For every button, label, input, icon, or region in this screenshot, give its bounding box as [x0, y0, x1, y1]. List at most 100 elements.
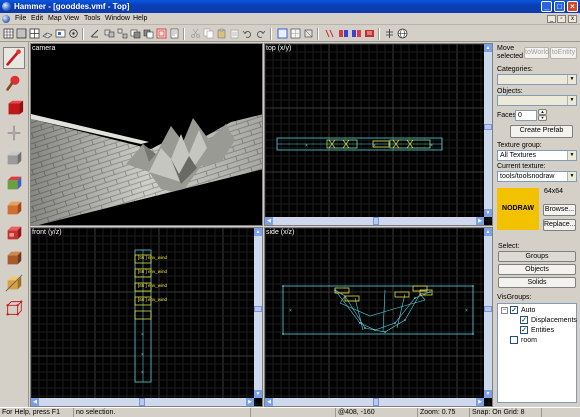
- side-viewport[interactable]: × × side (x/z) ▲ ▼ ◀ ▶: [264, 227, 493, 407]
- carve-icon[interactable]: [89, 28, 100, 39]
- run-map-icon[interactable]: [364, 28, 375, 39]
- scroll-down-arrow-icon[interactable]: ▼: [484, 390, 492, 398]
- scroll-thumb[interactable]: [373, 217, 379, 225]
- maximize-button[interactable]: □: [554, 1, 565, 12]
- hide-selected-icon[interactable]: [130, 28, 141, 39]
- select-solids-button[interactable]: Solids: [498, 277, 576, 288]
- snap-grid-icon[interactable]: [55, 28, 66, 39]
- group-icon[interactable]: [104, 28, 115, 39]
- copy-icon[interactable]: [203, 28, 214, 39]
- top-viewport[interactable]: × × × top (x/y) ▲ ▼ ◀ ▶: [264, 43, 493, 226]
- side-vertical-scrollbar[interactable]: ▲ ▼: [484, 228, 492, 398]
- title-bar[interactable]: Hammer - [gooddes.vmf - Top] _ □ ×: [0, 0, 580, 13]
- entity-tool-icon[interactable]: [3, 122, 25, 144]
- overlay-tool-icon[interactable]: [3, 247, 25, 269]
- close-button[interactable]: ×: [567, 1, 578, 12]
- texture-application-icon[interactable]: [303, 28, 314, 39]
- scroll-left-arrow-icon[interactable]: ◀: [31, 398, 39, 406]
- mdi-minimize-button[interactable]: _: [547, 15, 556, 23]
- document-icon[interactable]: [2, 15, 10, 23]
- scroll-right-arrow-icon[interactable]: ▶: [246, 398, 254, 406]
- scroll-thumb[interactable]: [484, 124, 492, 130]
- flip-vertical-icon[interactable]: [338, 28, 349, 39]
- scroll-down-arrow-icon[interactable]: ▼: [254, 390, 262, 398]
- selection-tool-icon[interactable]: [3, 47, 25, 69]
- create-prefab-button[interactable]: Create Prefab: [510, 125, 573, 138]
- clipping-tool-icon[interactable]: [3, 272, 25, 294]
- 3d-grid-icon[interactable]: [42, 28, 53, 39]
- visgroup-displacements-checkbox[interactable]: ✓: [520, 316, 528, 324]
- rotate-icon[interactable]: [351, 28, 362, 39]
- block-tool-icon[interactable]: [3, 147, 25, 169]
- collapse-icon[interactable]: −: [501, 307, 508, 314]
- to-world-button[interactable]: toWorld: [524, 47, 549, 59]
- browse-button[interactable]: Browse...: [543, 204, 576, 216]
- globe-icon[interactable]: [397, 28, 408, 39]
- current-texture-dropdown[interactable]: tools/toolsnodraw ▼: [497, 171, 577, 182]
- front-viewport[interactable]: × × × front (y/z) [66 ] env_wind [66 ] e…: [30, 227, 263, 407]
- side-horizontal-scrollbar[interactable]: ◀ ▶: [265, 398, 484, 406]
- menu-window[interactable]: Window: [105, 14, 130, 24]
- scroll-up-arrow-icon[interactable]: ▲: [484, 44, 492, 52]
- magnify-tool-icon[interactable]: [3, 72, 25, 94]
- apply-texture-icon[interactable]: [3, 197, 25, 219]
- show-all-icon[interactable]: [156, 28, 167, 39]
- menu-file[interactable]: File: [15, 14, 26, 24]
- larger-grid-icon[interactable]: [29, 28, 40, 39]
- visgroup-room-checkbox[interactable]: [510, 336, 518, 344]
- redo-icon[interactable]: [255, 28, 266, 39]
- select-groups-button[interactable]: Groups: [498, 251, 576, 262]
- paste-icon[interactable]: [216, 28, 227, 39]
- top-horizontal-scrollbar[interactable]: ◀ ▶: [265, 217, 484, 225]
- scroll-thumb[interactable]: [139, 398, 145, 406]
- camera-viewport[interactable]: camera: [30, 43, 263, 226]
- front-horizontal-scrollbar[interactable]: ◀ ▶: [31, 398, 254, 406]
- scroll-right-arrow-icon[interactable]: ▶: [476, 217, 484, 225]
- scroll-thumb[interactable]: [254, 306, 262, 312]
- menu-edit[interactable]: Edit: [31, 14, 43, 24]
- texture-tool-icon[interactable]: [3, 172, 25, 194]
- cut-icon[interactable]: [190, 28, 201, 39]
- scroll-up-arrow-icon[interactable]: ▲: [484, 228, 492, 236]
- camera-tool-icon[interactable]: [3, 97, 25, 119]
- categories-dropdown[interactable]: ▼: [497, 74, 577, 85]
- entity-report-icon[interactable]: [169, 28, 180, 39]
- smaller-grid-icon[interactable]: [16, 28, 27, 39]
- visgroup-auto-checkbox[interactable]: ✓: [510, 306, 518, 314]
- ungroup-icon[interactable]: [117, 28, 128, 39]
- menu-map[interactable]: Map: [48, 14, 62, 24]
- hide-unselected-icon[interactable]: [143, 28, 154, 39]
- texture-group-dropdown[interactable]: All Textures ▼: [497, 150, 577, 161]
- grid-toggle-icon[interactable]: [3, 28, 14, 39]
- scroll-left-arrow-icon[interactable]: ◀: [265, 398, 273, 406]
- front-vertical-scrollbar[interactable]: ▲ ▼: [254, 228, 262, 398]
- scroll-down-arrow-icon[interactable]: ▼: [484, 209, 492, 217]
- scroll-up-arrow-icon[interactable]: ▲: [254, 228, 262, 236]
- selection-box-icon[interactable]: [277, 28, 288, 39]
- flip-horizontal-icon[interactable]: [324, 28, 335, 39]
- visgroup-entities-checkbox[interactable]: ✓: [520, 326, 528, 334]
- top-vertical-scrollbar[interactable]: ▲ ▼: [484, 44, 492, 217]
- menu-tools[interactable]: Tools: [84, 14, 100, 24]
- menu-help[interactable]: Help: [133, 14, 147, 24]
- replace-button[interactable]: Replace...: [543, 219, 576, 231]
- mdi-close-button[interactable]: x: [568, 15, 577, 23]
- toggle-texture-lock-icon[interactable]: [290, 28, 301, 39]
- select-objects-button[interactable]: Objects: [498, 264, 576, 275]
- mdi-restore-button[interactable]: ▫: [557, 15, 566, 23]
- scroll-thumb[interactable]: [484, 306, 492, 312]
- faces-input[interactable]: 0: [515, 110, 537, 121]
- vertex-tool-icon[interactable]: [3, 297, 25, 319]
- scroll-thumb[interactable]: [373, 398, 379, 406]
- minimize-button[interactable]: _: [541, 1, 552, 12]
- to-entity-button[interactable]: toEntity: [550, 47, 577, 59]
- menu-view[interactable]: View: [64, 14, 79, 24]
- undo-icon[interactable]: [242, 28, 253, 39]
- scroll-right-arrow-icon[interactable]: ▶: [476, 398, 484, 406]
- visgroups-tree[interactable]: − ✓ Auto ✓ Displacements ✓ Entities room: [497, 303, 577, 403]
- scroll-left-arrow-icon[interactable]: ◀: [265, 217, 273, 225]
- objects-dropdown[interactable]: ▼: [497, 95, 577, 106]
- decal-tool-icon[interactable]: [3, 222, 25, 244]
- faces-decrement-button[interactable]: ▼: [538, 115, 547, 121]
- paste-special-icon[interactable]: [229, 28, 240, 39]
